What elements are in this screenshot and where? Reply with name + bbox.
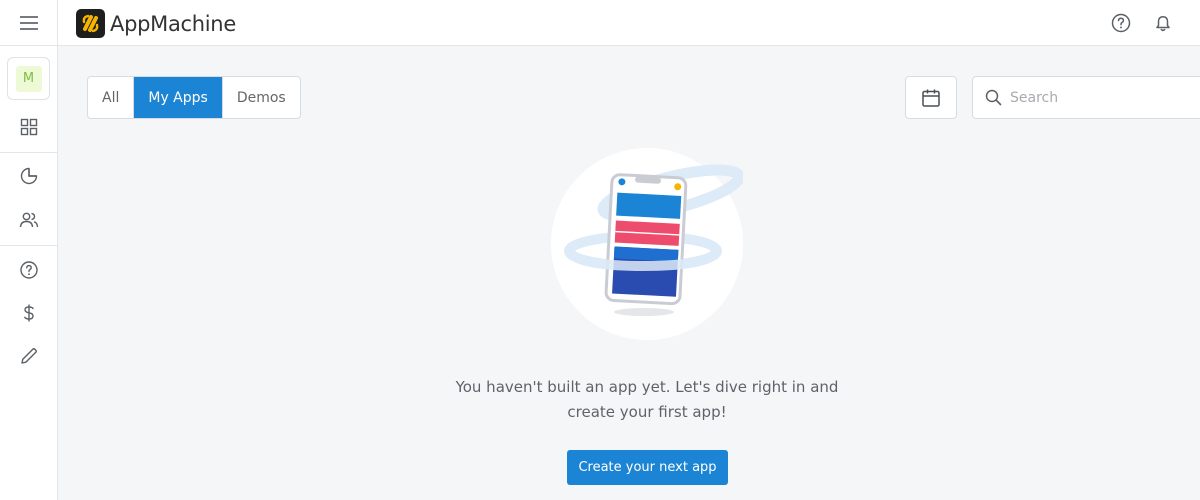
app-name: AppMachine (110, 11, 236, 36)
tab-my-apps[interactable]: My Apps (134, 77, 223, 118)
sidebar-item-billing[interactable] (17, 301, 41, 325)
tab-demos[interactable]: Demos (223, 77, 300, 118)
empty-state-illustration (551, 148, 743, 340)
bell-icon (1156, 16, 1170, 32)
menu-button[interactable] (0, 0, 58, 46)
dollar-icon (24, 304, 34, 322)
date-sort-button[interactable] (905, 76, 957, 119)
create-app-button[interactable]: Create your next app (567, 450, 728, 485)
search-input[interactable] (1010, 89, 1190, 106)
tab-all[interactable]: All (88, 77, 135, 118)
avatar: M (15, 65, 42, 92)
notifications-button[interactable] (1151, 11, 1175, 35)
sidebar: M (0, 46, 58, 500)
sidebar-divider (0, 152, 57, 153)
pie-chart-icon (20, 167, 38, 185)
search-box (972, 76, 1200, 119)
sidebar-item-analytics[interactable] (17, 164, 41, 188)
help-button[interactable] (1109, 11, 1133, 35)
pencil-icon (21, 348, 37, 364)
calendar-icon (922, 89, 940, 107)
sidebar-item-help[interactable] (17, 258, 41, 282)
help-icon (20, 261, 38, 279)
app-filter-tabs: All My Apps Demos (87, 76, 301, 119)
empty-state-line-1: You haven't built an app yet. Let's dive… (455, 378, 839, 396)
empty-state-message: You haven't built an app yet. Let's dive… (420, 375, 874, 425)
account-switcher[interactable]: M (7, 57, 50, 100)
search-icon (985, 89, 1002, 106)
appmachine-logo-icon (76, 9, 105, 38)
sidebar-item-edit[interactable] (17, 344, 41, 368)
menu-icon (19, 16, 38, 30)
grid-icon (20, 118, 38, 136)
sidebar-divider (0, 245, 57, 246)
empty-state-line-2: create your first app! (567, 403, 727, 421)
sidebar-item-apps[interactable] (17, 115, 41, 139)
top-bar: AppMachine (0, 0, 1200, 46)
help-icon (1111, 13, 1131, 33)
sidebar-item-users[interactable] (17, 208, 41, 232)
app-logo[interactable]: AppMachine (76, 9, 236, 38)
users-icon (19, 212, 39, 228)
